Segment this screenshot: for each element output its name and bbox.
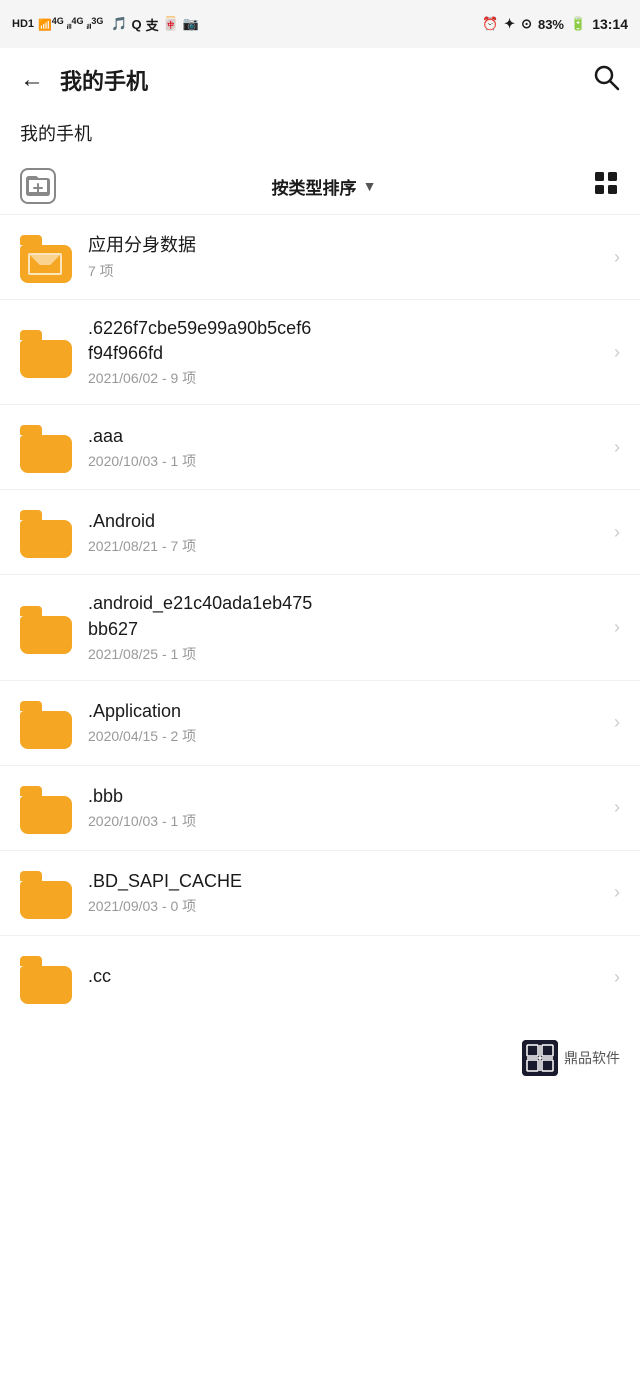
folder-name: .android_e21c40ada1eb475bb627 <box>88 591 606 641</box>
list-item[interactable]: .BD_SAPI_CACHE 2021/09/03 - 0 项 › <box>0 851 640 936</box>
app-icon-cam: 📷 <box>183 16 199 32</box>
chevron-right-icon: › <box>614 522 620 543</box>
folder-icon <box>20 602 72 654</box>
chevron-right-icon: › <box>614 797 620 818</box>
folder-info: 应用分身数据 7 项 <box>88 233 606 280</box>
status-bar-left: HD1 📶4G ᵢₗₗ4G ᵢₗₗ3G 🎵 Q 支 🀄 📷 <box>12 15 199 34</box>
list-item[interactable]: .6226f7cbe59e99a90b5cef6f94f966fd 2021/0… <box>0 300 640 405</box>
network-icon: ⊙ <box>521 16 532 32</box>
footer-brand-text: 鼎品软件 <box>564 1048 620 1068</box>
page-title: 我的手机 <box>60 64 148 96</box>
status-bar: HD1 📶4G ᵢₗₗ4G ᵢₗₗ3G 🎵 Q 支 🀄 📷 ⏰ ✦ ⊙ 83% … <box>0 0 640 48</box>
folder-info: .cc <box>88 964 606 991</box>
carrier-label: HD1 <box>12 18 34 30</box>
chevron-right-icon: › <box>614 882 620 903</box>
list-item[interactable]: .bbb 2020/10/03 - 1 项 › <box>0 766 640 851</box>
folder-icon <box>20 952 72 1004</box>
grid-view-icon <box>592 169 620 197</box>
folder-name: .Application <box>88 699 606 724</box>
folder-meta: 2020/10/03 - 1 项 <box>88 811 606 831</box>
folder-info: .Application 2020/04/15 - 2 项 <box>88 699 606 746</box>
folder-name: .cc <box>88 964 606 989</box>
folder-icon <box>20 697 72 749</box>
list-item[interactable]: .Android 2021/08/21 - 7 项 › <box>0 490 640 575</box>
folder-info: .Android 2021/08/21 - 7 项 <box>88 509 606 556</box>
list-item[interactable]: .cc › <box>0 936 640 1020</box>
logo-icon <box>522 1040 558 1076</box>
folder-name: .6226f7cbe59e99a90b5cef6f94f966fd <box>88 316 606 366</box>
app-icon-game: 🀄 <box>163 16 179 32</box>
folder-icon <box>20 326 72 378</box>
list-item[interactable]: .Application 2020/04/15 - 2 项 › <box>0 681 640 766</box>
sort-arrow: ▼ <box>363 178 377 194</box>
folder-name: .Android <box>88 509 606 534</box>
folder-meta: 7 项 <box>88 261 606 281</box>
search-icon <box>592 63 620 91</box>
brand-icon <box>522 1040 558 1076</box>
folder-icon <box>20 231 72 283</box>
bluetooth-icon: ✦ <box>504 16 515 32</box>
status-bar-right: ⏰ ✦ ⊙ 83% 🔋 13:14 <box>482 16 628 32</box>
breadcrumb: 我的手机 <box>0 112 640 158</box>
alarm-icon: ⏰ <box>482 16 498 32</box>
folder-info: .android_e21c40ada1eb475bb627 2021/08/25… <box>88 591 606 663</box>
app-icon-q: Q <box>132 17 142 32</box>
view-toggle-button[interactable] <box>592 169 620 203</box>
list-item[interactable]: 应用分身数据 7 项 › <box>0 215 640 300</box>
list-item[interactable]: .android_e21c40ada1eb475bb627 2021/08/25… <box>0 575 640 680</box>
folder-name: .aaa <box>88 424 606 449</box>
folder-meta: 2021/08/21 - 7 项 <box>88 536 606 556</box>
top-navigation: ← 我的手机 <box>0 48 640 112</box>
app-icon-pay: 支 <box>146 15 159 34</box>
nav-left: ← 我的手机 <box>16 62 148 98</box>
sort-button[interactable]: 按类型排序 ▼ <box>272 174 377 199</box>
folder-meta: 2021/06/02 - 9 项 <box>88 368 606 388</box>
sort-label: 按类型排序 <box>272 174 357 199</box>
list-item[interactable]: .aaa 2020/10/03 - 1 项 › <box>0 405 640 490</box>
folder-icon <box>20 782 72 834</box>
folder-icon <box>20 506 72 558</box>
chevron-right-icon: › <box>614 247 620 268</box>
folder-meta: 2021/08/25 - 1 项 <box>88 644 606 664</box>
time-label: 13:14 <box>592 16 628 32</box>
folder-meta: 2021/09/03 - 0 项 <box>88 896 606 916</box>
chevron-right-icon: › <box>614 967 620 988</box>
folder-info: .6226f7cbe59e99a90b5cef6f94f966fd 2021/0… <box>88 316 606 388</box>
folder-icon <box>20 867 72 919</box>
folder-info: .bbb 2020/10/03 - 1 项 <box>88 784 606 831</box>
folder-icon <box>20 421 72 473</box>
folder-name: .bbb <box>88 784 606 809</box>
toolbar-left <box>20 168 56 204</box>
new-folder-icon <box>23 171 53 201</box>
folder-name: .BD_SAPI_CACHE <box>88 869 606 894</box>
footer: 鼎品软件 <box>0 1020 640 1096</box>
signal-icons: 📶4G ᵢₗₗ4G ᵢₗₗ3G <box>38 16 103 32</box>
folder-meta: 2020/10/03 - 1 项 <box>88 451 606 471</box>
folder-info: .BD_SAPI_CACHE 2021/09/03 - 0 项 <box>88 869 606 916</box>
new-folder-button[interactable] <box>20 168 56 204</box>
chevron-right-icon: › <box>614 617 620 638</box>
chevron-right-icon: › <box>614 437 620 458</box>
chevron-right-icon: › <box>614 342 620 363</box>
folder-info: .aaa 2020/10/03 - 1 项 <box>88 424 606 471</box>
back-button[interactable]: ← <box>16 62 48 98</box>
folder-name: 应用分身数据 <box>88 233 606 258</box>
toolbar: 按类型排序 ▼ <box>0 158 640 215</box>
search-button[interactable] <box>588 59 624 102</box>
chevron-right-icon: › <box>614 712 620 733</box>
folder-list: 应用分身数据 7 项 › .6226f7cbe59e99a90b5cef6f94… <box>0 215 640 1020</box>
battery-label: 83% <box>538 17 564 32</box>
app-icons: 🎵 <box>111 16 127 32</box>
envelope-icon <box>28 253 62 275</box>
folder-meta: 2020/04/15 - 2 项 <box>88 726 606 746</box>
battery-icon: 🔋 <box>570 16 586 32</box>
footer-logo: 鼎品软件 <box>522 1040 620 1076</box>
